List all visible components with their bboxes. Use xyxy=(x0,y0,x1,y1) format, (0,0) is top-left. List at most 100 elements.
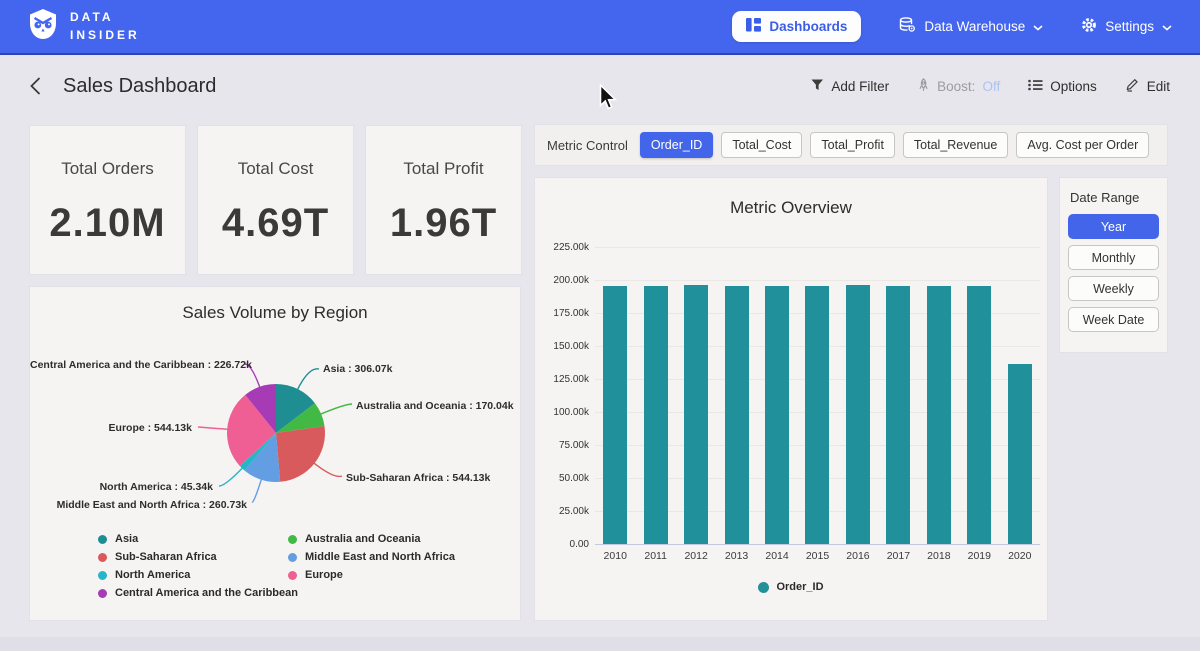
top-navbar: DATA INSIDER Dashboards xyxy=(0,0,1200,55)
legend-row: Europe xyxy=(288,569,455,581)
nav-dashboards-button[interactable]: Dashboards xyxy=(732,11,861,42)
nav-data-warehouse-menu[interactable]: Data Warehouse xyxy=(899,17,1043,36)
bar-2015[interactable] xyxy=(805,286,829,544)
metric-option-order-id[interactable]: Order_ID xyxy=(640,132,713,158)
bar-2019[interactable] xyxy=(967,286,991,544)
chevron-down-icon xyxy=(1033,19,1043,34)
y-axis-tick: 175.00k xyxy=(539,308,589,319)
sales-volume-panel: Sales Volume by Region Asia : 306.07kAus… xyxy=(30,287,520,620)
date-range-option-week-date[interactable]: Week Date xyxy=(1068,307,1159,332)
metric-control-buttons: Order_ID Total_Cost Total_Profit Total_Reve… xyxy=(640,132,1149,158)
legend-dot xyxy=(98,589,107,598)
pie-label-north-america: North America : 45.34k xyxy=(30,481,213,493)
legend-dot xyxy=(98,553,107,562)
bar-slot xyxy=(797,247,837,544)
pie-slice-sub-saharan-africa[interactable] xyxy=(276,426,325,482)
metric-option-total-revenue[interactable]: Total_Revenue xyxy=(903,132,1008,158)
bar-slot xyxy=(919,247,959,544)
back-button[interactable] xyxy=(30,77,41,95)
sales-dashboard-screen: DATA INSIDER Dashboards xyxy=(0,0,1200,651)
legend-row: Australia and Oceania xyxy=(288,533,455,545)
footer-shade xyxy=(0,637,1200,651)
options-label: Options xyxy=(1050,79,1097,94)
metric-option-total-profit[interactable]: Total_Profit xyxy=(810,132,895,158)
y-axis-tick: 50.00k xyxy=(539,473,589,484)
y-axis-tick: 100.00k xyxy=(539,407,589,418)
pie-label-europe: Europe : 544.13k xyxy=(30,422,192,434)
brand-logo[interactable]: DATA INSIDER xyxy=(28,8,140,45)
bar-slot xyxy=(595,247,635,544)
pie-leader-line xyxy=(313,462,342,476)
x-axis-label: 2016 xyxy=(838,550,878,562)
options-button[interactable]: Options xyxy=(1028,79,1097,94)
nav-dashboards-label: Dashboards xyxy=(769,19,847,34)
add-filter-button[interactable]: Add Filter xyxy=(811,79,889,94)
pie-chart-title: Sales Volume by Region xyxy=(30,287,520,323)
chevron-down-icon xyxy=(1162,19,1172,34)
y-axis-tick: 200.00k xyxy=(539,275,589,286)
kpi-row: Total Orders 2.10M Total Cost 4.69T Tota… xyxy=(30,126,521,274)
legend-dot xyxy=(288,553,297,562)
legend-row: Sub-Saharan Africa xyxy=(98,551,298,563)
pie-label-middle-east-and-north-africa: Middle East and North Africa : 260.73k xyxy=(30,499,247,511)
date-range-option-monthly[interactable]: Monthly xyxy=(1068,245,1159,270)
nav-settings-menu[interactable]: Settings xyxy=(1081,17,1172,36)
pie-legend-column-1: AsiaSub-Saharan AfricaNorth AmericaCentr… xyxy=(98,533,298,599)
add-filter-label: Add Filter xyxy=(831,79,889,94)
x-axis-label: 2011 xyxy=(635,550,675,562)
x-axis-label: 2017 xyxy=(878,550,918,562)
pie-label-central-america-and-the-caribbean: Central America and the Caribbean : 226.… xyxy=(30,359,240,371)
legend-label: Australia and Oceania xyxy=(305,533,421,545)
pie-label-sub-saharan-africa: Sub-Saharan Africa : 544.13k xyxy=(346,472,490,484)
x-axis-label: 2020 xyxy=(1000,550,1040,562)
bar-2017[interactable] xyxy=(886,286,910,544)
bar-2013[interactable] xyxy=(725,286,749,544)
metric-control-strip: Metric Control Order_IDTotal_CostTotal_P… xyxy=(535,125,1167,165)
pie-leader-line xyxy=(198,427,229,429)
y-axis-tick: 125.00k xyxy=(539,374,589,385)
bar-slot xyxy=(676,247,716,544)
kpi-label: Total Cost xyxy=(198,159,353,179)
mouse-cursor xyxy=(599,84,618,116)
x-axis-label: 2018 xyxy=(919,550,959,562)
nav-settings-label: Settings xyxy=(1105,19,1154,34)
database-icon xyxy=(899,17,916,36)
bar-slot xyxy=(757,247,797,544)
pencil-icon xyxy=(1125,77,1140,95)
legend-label: Sub-Saharan Africa xyxy=(115,551,217,563)
bar-2011[interactable] xyxy=(644,286,668,544)
owl-logo-icon xyxy=(28,8,58,45)
bar-chart-legend: Order_ID xyxy=(535,581,1047,593)
rocket-icon xyxy=(917,78,930,95)
legend-dot xyxy=(98,535,107,544)
bar-slot xyxy=(716,247,756,544)
pie-label-australia-and-oceania: Australia and Oceania : 170.04k xyxy=(356,400,514,412)
page-title: Sales Dashboard xyxy=(63,75,216,98)
date-range-option-year[interactable]: Year xyxy=(1068,214,1159,239)
y-axis-tick: 150.00k xyxy=(539,341,589,352)
edit-label: Edit xyxy=(1147,79,1170,94)
y-axis-tick: 225.00k xyxy=(539,242,589,253)
brand-name: DATA INSIDER xyxy=(70,9,140,44)
legend-row: Central America and the Caribbean xyxy=(98,587,298,599)
bar-2014[interactable] xyxy=(765,286,789,544)
legend-label: Order_ID xyxy=(776,581,823,593)
legend-label: North America xyxy=(115,569,190,581)
bar-2018[interactable] xyxy=(927,286,951,544)
kpi-value: 1.96T xyxy=(366,201,521,246)
bar-2016[interactable] xyxy=(846,285,870,545)
x-axis-label: 2015 xyxy=(797,550,837,562)
bar-2020[interactable] xyxy=(1008,364,1032,544)
bar-chart: 225.00k 200.00k 175.00k 150.00k 125.00k 100.0… xyxy=(535,178,1047,620)
legend-dot xyxy=(288,535,297,544)
edit-button[interactable]: Edit xyxy=(1125,77,1170,95)
boost-toggle[interactable]: Boost: Off xyxy=(917,78,1000,95)
bar-2012[interactable] xyxy=(684,285,708,545)
metric-option-total-cost[interactable]: Total_Cost xyxy=(721,132,802,158)
x-axis-label: 2012 xyxy=(676,550,716,562)
bar-chart-title: Metric Overview xyxy=(535,178,1047,218)
date-range-label: Date Range xyxy=(1068,190,1159,205)
date-range-option-weekly[interactable]: Weekly xyxy=(1068,276,1159,301)
metric-option-avg-cost-per-order[interactable]: Avg. Cost per Order xyxy=(1016,132,1149,158)
bar-2010[interactable] xyxy=(603,286,627,544)
